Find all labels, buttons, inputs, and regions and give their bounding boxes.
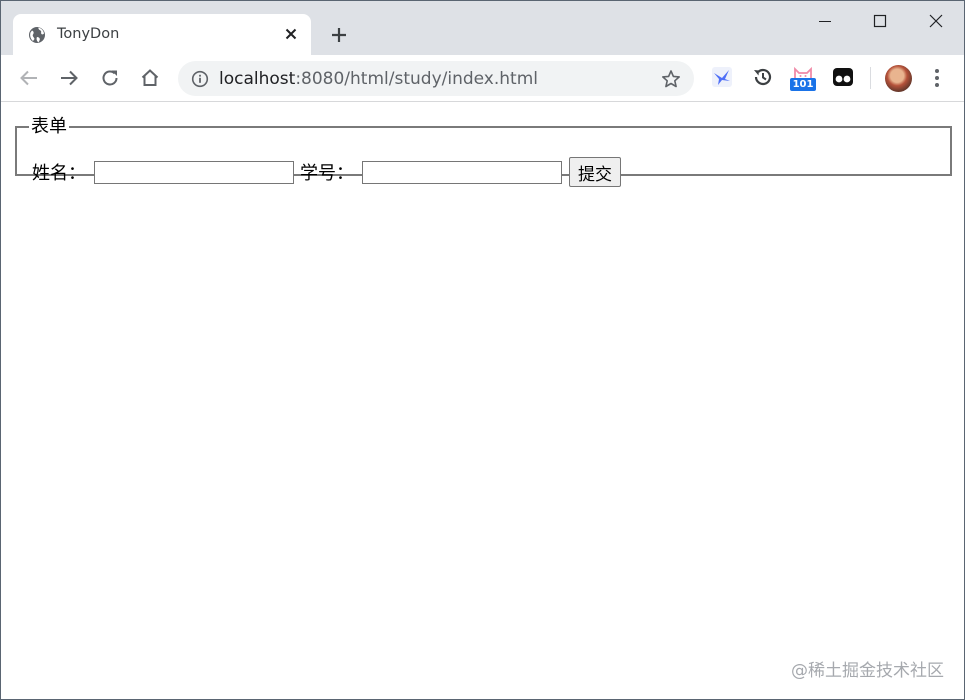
tampermonkey-extension-icon[interactable]	[831, 65, 855, 91]
close-tab-icon[interactable]	[283, 26, 299, 42]
home-icon[interactable]	[139, 67, 161, 89]
extension-badge: 101	[790, 78, 816, 91]
browser-toolbar: localhost:8080/html/study/index.html 101	[1, 55, 964, 102]
profile-avatar[interactable]	[885, 65, 912, 92]
tab-active[interactable]: TonyDon	[13, 14, 311, 55]
bird-extension-icon[interactable]	[710, 65, 734, 91]
watermark: @稀土掘金技术社区	[791, 661, 944, 681]
minimize-icon[interactable]	[811, 9, 839, 33]
back-arrow-icon[interactable]	[18, 67, 40, 89]
student-id-input[interactable]	[362, 160, 562, 184]
address-bar[interactable]: localhost:8080/html/study/index.html	[178, 61, 694, 96]
page-viewport: 表单 姓名： 学号： 提交 @稀土掘金技术社区	[1, 102, 964, 699]
new-tab-icon[interactable]	[329, 25, 349, 45]
bookmark-star-icon[interactable]	[661, 69, 681, 89]
tab-title: TonyDon	[57, 26, 120, 42]
forward-arrow-icon[interactable]	[58, 67, 80, 89]
tab-strip: TonyDon	[1, 1, 964, 55]
url-path: :8080/html/study/index.html	[295, 69, 538, 89]
name-input[interactable]	[94, 160, 294, 184]
submit-button[interactable]: 提交	[569, 157, 621, 187]
menu-kebab-icon[interactable]	[929, 67, 945, 89]
maximize-icon[interactable]	[866, 9, 894, 33]
toolbar-divider	[870, 67, 871, 89]
globe-icon	[28, 26, 46, 44]
history-extension-icon[interactable]	[751, 65, 775, 91]
cat-extension-icon[interactable]: 101	[789, 65, 817, 91]
form-row: 姓名： 学号： 提交	[32, 157, 621, 187]
info-icon[interactable]	[191, 70, 209, 88]
name-label: 姓名：	[32, 163, 86, 184]
url-host: localhost	[219, 69, 296, 89]
form-fieldset: 表单 姓名： 学号： 提交	[15, 116, 952, 187]
reload-icon[interactable]	[99, 67, 121, 89]
student-id-label: 学号：	[300, 163, 354, 184]
browser-window: TonyDon localhost:8080/html/study/index.…	[0, 0, 965, 700]
window-close-icon[interactable]	[922, 9, 950, 33]
url-text: localhost:8080/html/study/index.html	[219, 68, 538, 90]
form-legend: 表单	[31, 116, 67, 137]
